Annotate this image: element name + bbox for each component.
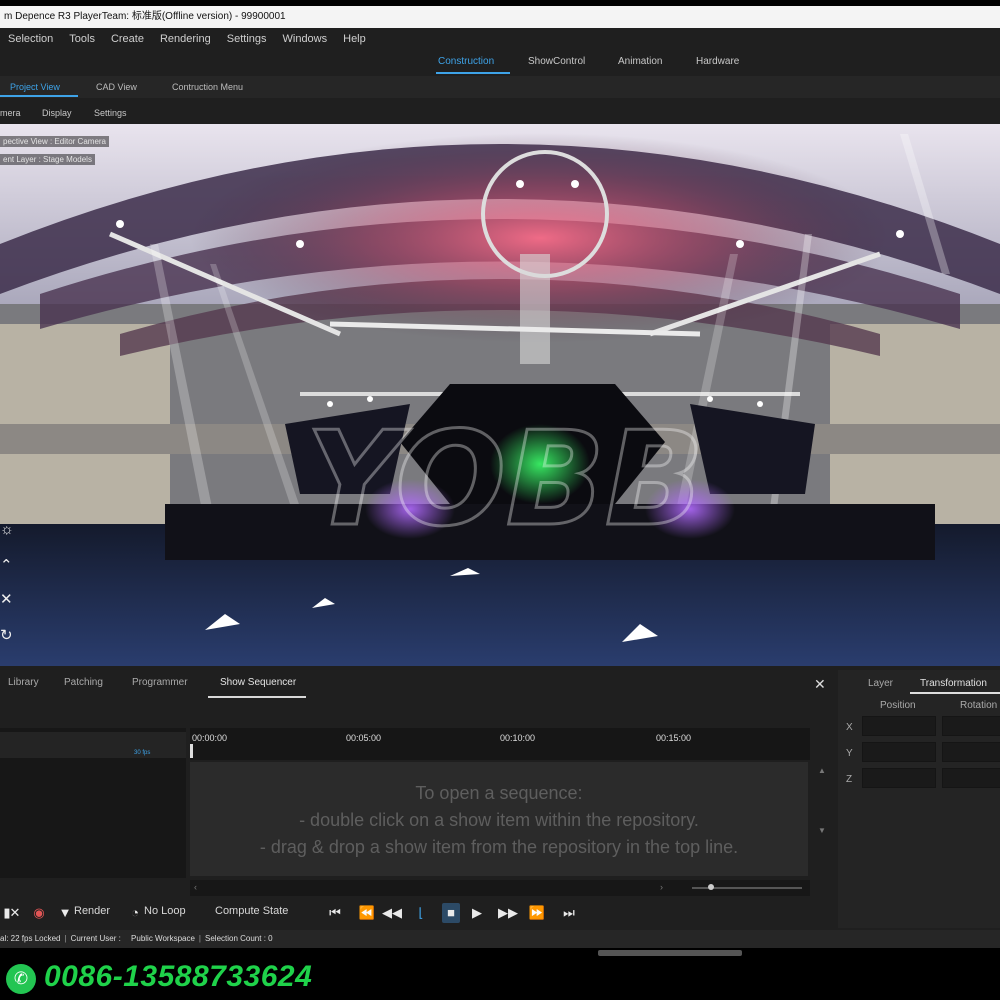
viewport-menu: mera Display Settings [0,98,1000,124]
playhead[interactable] [190,744,193,758]
skip-to-end-icon[interactable]: ⏭ [560,903,578,923]
viewport-menu-camera[interactable]: mera [0,108,21,118]
menu-create[interactable]: Create [103,33,152,45]
status-user: Current User : [70,934,121,943]
position-y-field[interactable] [862,742,936,762]
status-scrollbar[interactable] [598,950,742,956]
mode-bar: Construction ShowControl Animation Hardw… [0,50,1000,76]
timeline-tick: 00:10:00 [500,733,536,743]
rotation-x-field[interactable] [942,716,1000,736]
camera-label: pective View : Editor Camera [0,136,110,147]
position-z-field[interactable] [862,768,936,788]
rotation-y-field[interactable] [942,742,1000,762]
tab-patching[interactable]: Patching [64,677,103,688]
timeline-ruler[interactable]: 00:00:00 00:05:00 00:10:00 00:15:00 [190,728,810,760]
fps-badge: 30 fps [134,750,151,756]
tab-project-view[interactable]: Project View [10,82,60,92]
axis-z-label: Z [846,774,853,785]
status-selection: Selection Count : 0 [205,934,273,943]
tab-show-sequencer[interactable]: Show Sequencer [220,677,296,688]
cone-icon[interactable]: ⌃ [0,558,16,574]
3d-viewport[interactable]: YOBB pective View : Editor Camera ent La… [0,124,1000,666]
render-icon[interactable]: ▼ [56,903,74,923]
scroll-down-icon[interactable]: ▼ [818,826,826,835]
tab-construction[interactable]: Construction [438,56,494,67]
rotation-header: Rotation [960,700,998,711]
position-x-field[interactable] [862,716,936,736]
close-icon[interactable]: ✕ [814,676,826,693]
stop-icon[interactable]: ■ [442,903,460,923]
time-display: 30 fps [0,732,186,758]
sequencer-track-list[interactable]: 30 fps [0,728,186,878]
menu-settings[interactable]: Settings [219,33,275,45]
stage-render: YOBB [0,124,1000,666]
tab-cad-view[interactable]: CAD View [96,82,137,92]
axis-y-label: Y [846,748,853,759]
phone-number: 0086-13588733624 [44,960,313,993]
menu-help[interactable]: Help [335,33,374,45]
viewport-menu-display[interactable]: Display [42,108,72,118]
compute-state-button[interactable]: Compute State [215,905,288,917]
sun-icon[interactable]: ☼ [0,522,16,538]
message-line: - double click on a show item within the… [299,810,699,830]
whatsapp-icon: ✆ [6,964,36,994]
tab-layer[interactable]: Layer [868,678,893,689]
tab-transformation[interactable]: Transformation [920,678,987,689]
tab-contruction-menu[interactable]: Contruction Menu [172,82,243,92]
render-button[interactable]: Render [74,905,110,917]
vertical-scrollbar[interactable]: ▲ ▼ [814,762,830,878]
menu-windows[interactable]: Windows [275,33,336,45]
status-bar: al: 22 fps Locked | Current User : Public … [0,930,1000,948]
scroll-up-icon[interactable]: ▲ [818,766,826,775]
cross-arrows-icon[interactable]: ✕ [0,592,16,608]
rotation-z-field[interactable] [942,768,1000,788]
active-tab-indicator [436,72,510,74]
axis-x-label: X [846,722,853,733]
tab-library[interactable]: Library [8,677,39,688]
tab-hardware[interactable]: Hardware [696,56,739,67]
tab-programmer[interactable]: Programmer [132,677,188,688]
active-properties-tab-indicator [910,692,1000,694]
menu-rendering[interactable]: Rendering [152,33,219,45]
timeline-tick: 00:00:00 [192,733,228,743]
record-icon[interactable]: ◉ [30,903,48,923]
horizontal-scrollbar[interactable]: ‹ › [190,880,810,896]
play-icon[interactable]: ▶ [468,903,486,923]
active-bottom-tab-indicator [208,696,306,698]
skip-to-start-icon[interactable]: ⏮ [326,903,344,923]
viewport-menu-settings[interactable]: Settings [94,108,127,118]
scroll-right-icon[interactable]: › [660,882,663,892]
rewind-icon[interactable]: ◀◀ [382,903,402,923]
zoom-slider-thumb[interactable] [708,884,714,890]
status-workspace: Public Workspace [131,934,195,943]
cancel-icon[interactable]: ✕ [6,903,24,923]
tab-showcontrol[interactable]: ShowControl [528,56,585,67]
view-tabs: Project View CAD View Contruction Menu [0,76,1000,98]
layer-label: ent Layer : Stage Models [0,154,95,165]
message-line: To open a sequence: [415,783,583,803]
bottom-tabs: Library Patching Programmer Show Sequenc… [0,672,832,698]
timeline-tick: 00:15:00 [656,733,692,743]
rotate-icon[interactable]: ↻ [0,628,16,644]
sequencer-empty-message: To open a sequence: - double click on a … [190,780,808,861]
message-line: - drag & drop a show item from the repos… [259,837,739,857]
menu-selection[interactable]: Selection [0,33,61,45]
window-title: m Depence R3 PlayerTeam: 标准版(Offline ver… [0,6,1000,28]
brand-watermark: YOBB [306,403,704,555]
step-forward-icon[interactable]: ⏩ [528,903,546,923]
loop-dropdown[interactable]: No Loop [144,905,186,917]
loop-marker-icon[interactable]: ⌊ [412,903,430,923]
scroll-left-icon[interactable]: ‹ [194,882,197,892]
active-subtab-indicator [0,95,78,97]
loop-icon[interactable]: ◔ [126,903,144,923]
fast-forward-icon[interactable]: ▶▶ [498,903,518,923]
position-header: Position [880,700,916,711]
step-back-icon[interactable]: ⏪ [358,903,376,923]
status-fps: al: 22 fps Locked [0,934,61,943]
menu-bar: Selection Tools Create Rendering Setting… [0,28,1000,50]
menu-tools[interactable]: Tools [61,33,103,45]
tab-animation[interactable]: Animation [618,56,662,67]
timeline-tick: 00:05:00 [346,733,382,743]
